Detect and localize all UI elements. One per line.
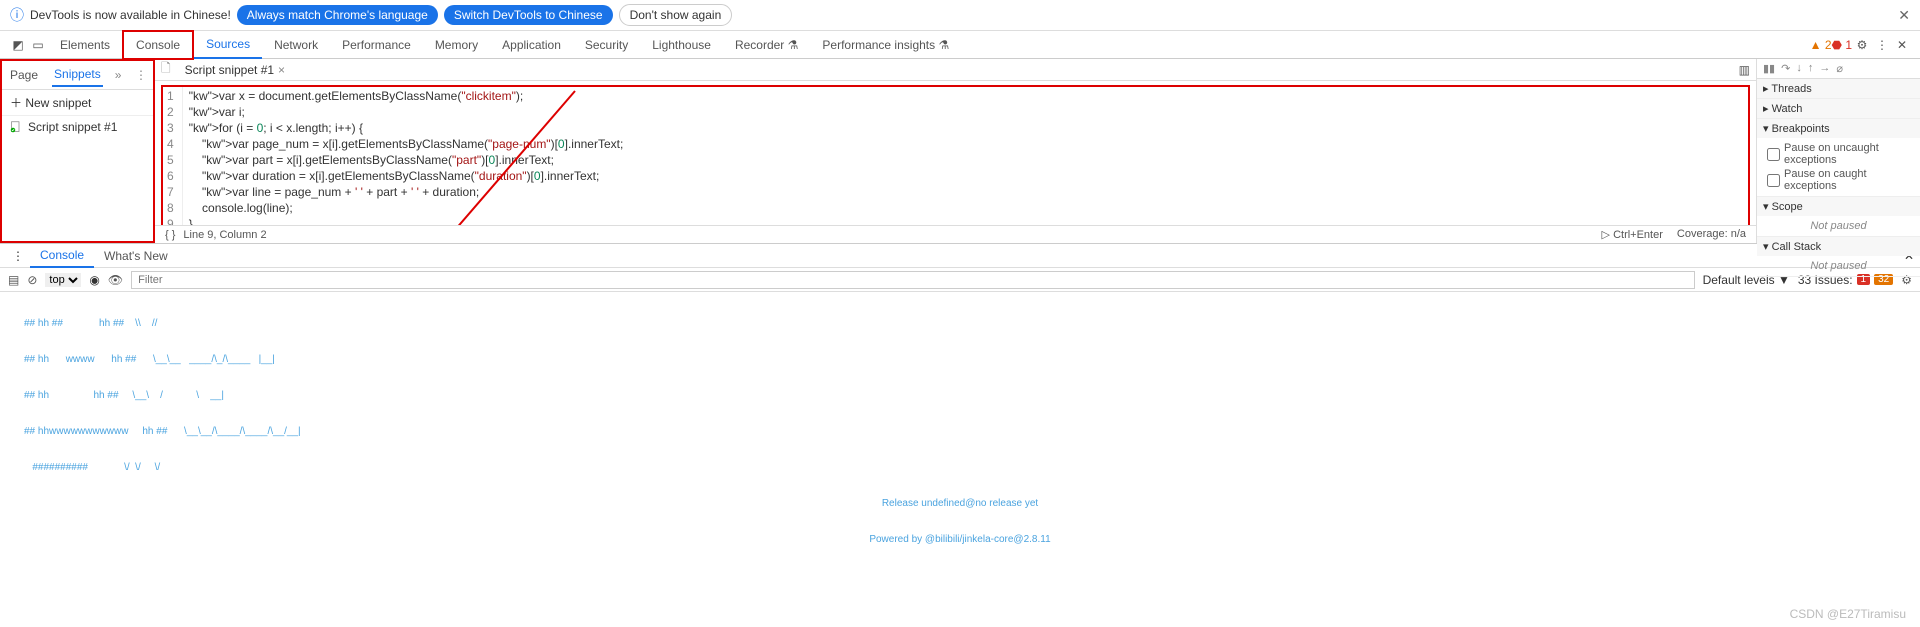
editor-status-bar: { } Line 9, Column 2 ▷ Ctrl+Enter Covera… <box>155 225 1756 243</box>
tab-sources[interactable]: Sources <box>194 31 262 59</box>
close-tab-icon[interactable]: × <box>278 63 285 77</box>
switch-devtools-button[interactable]: Switch DevTools to Chinese <box>444 5 613 25</box>
drawer-tab-console[interactable]: Console <box>30 244 94 268</box>
toggle-sidebar-icon[interactable]: ▥ <box>1739 63 1750 77</box>
console-filter-input[interactable] <box>131 271 1694 289</box>
file-nav-icon[interactable]: 🗋 <box>161 59 171 80</box>
tab-memory[interactable]: Memory <box>423 32 490 58</box>
deactivate-bp-icon[interactable]: ⌀ <box>1836 62 1843 75</box>
subtab-snippets[interactable]: Snippets <box>52 63 103 87</box>
ascii-art-log: ## hh ## hh ## \\ // ## hh wwww hh ## \_… <box>0 292 1920 572</box>
pause-uncaught-checkbox[interactable] <box>1767 148 1780 161</box>
new-snippet-button[interactable]: ＋ New snippet <box>2 90 153 116</box>
warning-count[interactable]: ▲ 2 <box>1810 38 1832 52</box>
line-gutter: 123456789 <box>163 87 183 225</box>
code-area[interactable]: "kw">var x = document.getElementsByClass… <box>183 87 630 225</box>
tab-security[interactable]: Security <box>573 32 640 58</box>
match-language-button[interactable]: Always match Chrome's language <box>237 5 438 25</box>
tab-recorder[interactable]: Recorder ⚗ <box>723 32 810 58</box>
step-icon[interactable]: → <box>1819 62 1830 75</box>
main-tab-bar: ◩ ▭ Elements Console Sources Network Per… <box>0 31 1920 59</box>
cursor-position: Line 9, Column 2 <box>183 229 266 241</box>
tab-lighthouse[interactable]: Lighthouse <box>640 32 723 58</box>
tab-elements[interactable]: Elements <box>48 32 122 58</box>
close-icon[interactable]: ✕ <box>1898 7 1910 24</box>
info-icon: ⓘ <box>10 5 24 25</box>
live-expression-icon[interactable]: 👁 <box>108 273 123 287</box>
section-breakpoints[interactable]: ▾ Breakpoints <box>1757 119 1920 138</box>
section-threads[interactable]: ▸ Threads <box>1757 79 1920 98</box>
tab-console[interactable]: Console <box>122 30 194 60</box>
console-output: ## hh ## hh ## \\ // ## hh wwww hh ## \_… <box>0 292 1920 572</box>
subtab-page[interactable]: Page <box>8 64 40 86</box>
pause-icon[interactable]: ▮▮ <box>1763 62 1775 75</box>
drawer-tab-whatsnew[interactable]: What's New <box>94 245 178 267</box>
tab-network[interactable]: Network <box>262 32 330 58</box>
editor-tab[interactable]: Script snippet #1× <box>179 61 291 79</box>
dismiss-banner-button[interactable]: Don't show again <box>619 4 733 26</box>
more-subtabs-icon[interactable]: » <box>115 68 122 82</box>
tab-perf-insights[interactable]: Performance insights ⚗ <box>810 32 961 58</box>
snippet-item[interactable]: Script snippet #1 <box>2 116 153 138</box>
section-watch[interactable]: ▸ Watch <box>1757 99 1920 118</box>
step-out-icon[interactable]: ↑ <box>1808 62 1814 75</box>
kebab-icon[interactable]: ⋮ <box>1872 38 1892 52</box>
console-sidebar-icon[interactable]: ▤ <box>8 273 19 287</box>
banner-message: DevTools is now available in Chinese! <box>30 8 231 22</box>
pretty-print-icon[interactable]: { } <box>165 229 175 241</box>
clear-console-icon[interactable]: ⊘ <box>27 273 37 287</box>
language-banner: ⓘ DevTools is now available in Chinese! … <box>0 0 1920 31</box>
step-over-icon[interactable]: ↷ <box>1781 62 1790 75</box>
sources-navigator: Page Snippets » ⋮ ＋ New snippet Script s… <box>0 59 155 243</box>
gear-icon[interactable]: ⚙ <box>1852 38 1872 52</box>
debugger-pane: ▮▮ ↷ ↓ ↑ → ⌀ ▸ Threads ▸ Watch ▾ Breakpo… <box>1756 59 1920 243</box>
error-count[interactable]: ⬣ 1 <box>1832 38 1853 52</box>
close-devtools-icon[interactable]: ✕ <box>1892 38 1912 52</box>
tab-application[interactable]: Application <box>490 32 573 58</box>
section-call-stack[interactable]: ▾ Call Stack <box>1757 237 1920 256</box>
drawer-kebab-icon[interactable]: ⋮ <box>6 249 30 263</box>
run-hint: ▷ Ctrl+Enter <box>1602 228 1663 241</box>
editor-column: 🗋 Script snippet #1× ▥ 123456789 "kw">va… <box>155 59 1756 243</box>
watermark: CSDN @E27Tiramisu <box>1790 607 1906 621</box>
snippet-item-label: Script snippet #1 <box>28 120 117 134</box>
pause-caught-checkbox[interactable] <box>1767 174 1780 187</box>
sources-pane: Page Snippets » ⋮ ＋ New snippet Script s… <box>0 59 1920 244</box>
scope-not-paused: Not paused <box>1757 216 1920 236</box>
drawer-tab-bar: ⋮ Console What's New ✕ <box>0 244 1920 268</box>
device-icon[interactable]: ▭ <box>28 38 48 52</box>
callstack-not-paused: Not paused <box>1757 256 1920 276</box>
snippet-file-icon <box>10 121 22 133</box>
console-toolbar: ▤ ⊘ top ◉ 👁 Default levels ▼ 33 Issues: … <box>0 268 1920 292</box>
inspect-icon[interactable]: ◩ <box>8 38 28 52</box>
context-selector[interactable]: top <box>45 273 81 287</box>
section-scope[interactable]: ▾ Scope <box>1757 197 1920 216</box>
tab-performance[interactable]: Performance <box>330 32 423 58</box>
coverage-status: Coverage: n/a <box>1677 228 1746 241</box>
context-indicator-icon: ◉ <box>89 273 99 287</box>
step-into-icon[interactable]: ↓ <box>1796 62 1802 75</box>
navigator-kebab-icon[interactable]: ⋮ <box>135 68 147 82</box>
